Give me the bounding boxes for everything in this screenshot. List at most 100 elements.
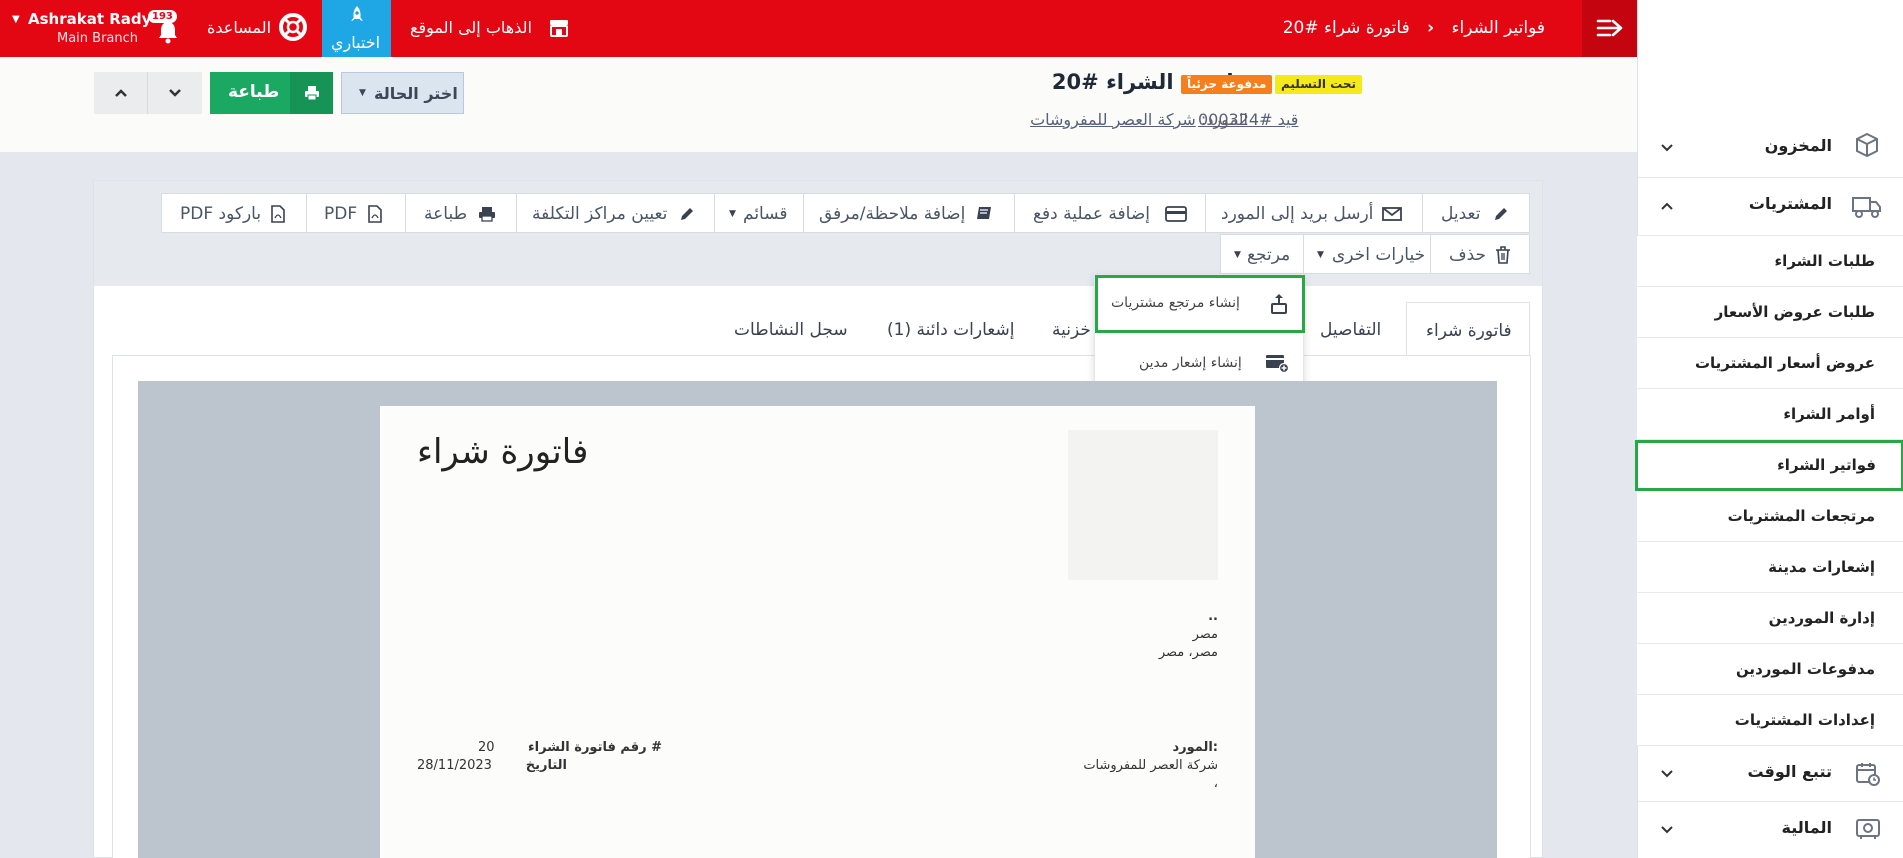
sidebar-item-inventory[interactable]: المخزون: [1638, 120, 1903, 178]
sidebar-sub-label: إدارة الموردين: [1768, 609, 1875, 627]
status-select[interactable]: اختر الحالة ▼: [341, 72, 464, 114]
pencil-icon: [681, 208, 693, 220]
sidebar-sub-label: مرتجعات المشتريات: [1727, 507, 1875, 525]
more-options-label: خيارات اخرى: [1332, 245, 1426, 265]
journal-link[interactable]: قيد #000324: [1198, 110, 1298, 129]
sidebar-item-purchase-returns[interactable]: مرتجعات المشتريات: [1637, 491, 1903, 542]
sidebar-sub-label: إعدادات المشتريات: [1734, 711, 1875, 729]
sidebar-item-purchase-settings[interactable]: إعدادات المشتريات: [1637, 695, 1903, 746]
return-dropdown[interactable]: مرتجع ▼: [1220, 234, 1304, 274]
pencil-icon: [1495, 208, 1507, 220]
company-logo-placeholder: [1068, 430, 1218, 580]
pdf-file-icon: [271, 205, 285, 223]
help-link[interactable]: المساعدة: [205, 0, 310, 57]
assign-cost-centers-button[interactable]: تعيين مراكز التكلفة: [516, 193, 715, 233]
pdf-label: PDF: [324, 204, 358, 224]
sidebar-sub-label: أوامر الشراء: [1783, 405, 1875, 423]
payment-status-badge: مدفوعة جزئياً: [1181, 75, 1273, 94]
calendar-clock-icon: [1856, 763, 1880, 786]
sidebar-item-debit-notes[interactable]: إشعارات مدينة: [1637, 542, 1903, 593]
sidebar-sub-label: طلبات عروض الأسعار: [1714, 303, 1875, 321]
sidebar-item-rfq[interactable]: طلبات عروض الأسعار: [1637, 287, 1903, 338]
credit-card-icon: [1165, 206, 1187, 222]
pdf-barcode-button[interactable]: PDF باركود: [161, 193, 307, 233]
sidebar-item-purchase-requests[interactable]: طلبات الشراء: [1637, 236, 1903, 287]
page-header: فاتورة الشراء #20 تحت التسليم مدفوعة جزئ…: [0, 57, 1637, 153]
pdf-button[interactable]: PDF: [306, 193, 406, 233]
chevron-up-icon: [115, 89, 127, 97]
delete-button[interactable]: حذف: [1430, 234, 1530, 274]
edit-button[interactable]: تعديل: [1422, 193, 1530, 233]
email-supplier-button[interactable]: أرسل بريد إلى المورد: [1205, 193, 1423, 233]
toolbar-print-button[interactable]: طباعة: [405, 193, 517, 233]
chevron-down-icon: [169, 89, 181, 97]
more-options-dropdown[interactable]: خيارات اخرى ▼: [1303, 234, 1431, 274]
notification-count-badge: 193: [148, 10, 177, 23]
tab-activity-log[interactable]: سجل النشاطات: [720, 302, 855, 356]
store-icon: [550, 20, 568, 37]
sidebar-item-suppliers[interactable]: إدارة الموردين: [1637, 593, 1903, 644]
address-dots: ..: [1208, 609, 1218, 624]
tab-credit-notes-label: إشعارات دائنة (1): [887, 320, 1015, 340]
safe-icon: [1856, 819, 1880, 839]
caret-down-icon: ▼: [1317, 250, 1324, 260]
prev-record-button[interactable]: [94, 72, 148, 114]
vouchers-label: قسائم: [743, 204, 788, 224]
sidebar-sub-label: طلبات الشراء: [1774, 252, 1875, 270]
next-record-button[interactable]: [148, 72, 202, 114]
delete-label: حذف: [1449, 245, 1487, 265]
user-menu[interactable]: ▼ Ashrakat Rady Main Branch: [8, 8, 151, 50]
invoice-supplier-name: شركة العصر للمفروشات: [1083, 758, 1218, 773]
trial-label: اختباري: [331, 33, 381, 52]
goto-site-link[interactable]: الذهاب إلى الموقع: [408, 0, 573, 57]
tab-details-label: التفاصيل: [1320, 320, 1382, 340]
sidebar-item-inventory-label: المخزون: [1764, 136, 1832, 155]
chevron-down-icon: [1661, 144, 1673, 152]
sidebar-item-finance-label: المالية: [1781, 818, 1832, 837]
box-icon: [1856, 132, 1878, 158]
supplier-link[interactable]: شركة العصر للمفروشات: [1030, 110, 1196, 129]
tab-credit-notes[interactable]: إشعارات دائنة (1): [870, 302, 1020, 356]
add-note-label: إضافة ملاحظة/مرفق: [819, 204, 966, 224]
create-debit-note-label: إنشاء إشعار مدين: [1139, 355, 1242, 371]
vouchers-dropdown[interactable]: قسائم ▼: [714, 193, 804, 233]
add-card-icon: [1266, 355, 1289, 373]
sidebar-item-time-tracking-label: تتبع الوقت: [1747, 762, 1832, 781]
email-supplier-label: أرسل بريد إلى المورد: [1221, 204, 1374, 224]
sidebar-item-finance[interactable]: المالية: [1638, 802, 1903, 858]
sidebar-item-time-tracking[interactable]: تتبع الوقت: [1638, 746, 1903, 802]
breadcrumb-current: فاتورة شراء #20: [1282, 18, 1410, 38]
breadcrumb: فواتير الشراء ‹ فاتورة شراء #20: [1283, 18, 1545, 38]
bell-icon: [159, 22, 177, 44]
invoice-date-label: التاريخ: [525, 758, 567, 773]
add-note-button[interactable]: إضافة ملاحظة/مرفق: [803, 193, 1015, 233]
sidebar-item-supplier-payments[interactable]: مدفوعات الموردين: [1637, 644, 1903, 695]
printer-icon: [305, 86, 319, 101]
edit-label: تعديل: [1441, 204, 1481, 224]
return-label: مرتجع: [1247, 245, 1291, 265]
invoice-supplier-extra: ،: [1213, 776, 1218, 791]
notifications-button[interactable]: 193: [148, 8, 184, 48]
sidebar-item-purchase-invoices[interactable]: فواتير الشراء: [1635, 440, 1903, 491]
trial-button[interactable]: اختباري: [322, 0, 391, 57]
create-purchase-return-item[interactable]: إنشاء مرتجع مشتريات: [1095, 275, 1305, 333]
address-line-2: مصر، مصر: [1158, 645, 1218, 660]
tab-treasury-label: خزنية: [1052, 320, 1091, 340]
sidebar-item-purchase-quotations[interactable]: عروض أسعار المشتريات: [1637, 338, 1903, 389]
breadcrumb-parent[interactable]: فواتير الشراء: [1452, 18, 1545, 38]
top-bar: فواتير الشراء ‹ فاتورة شراء #20 الذهاب إ…: [0, 0, 1637, 57]
help-label: المساعدة: [207, 18, 272, 37]
tab-purchase-invoice[interactable]: فاتورة شراء: [1406, 302, 1530, 356]
invoice-number-label: رقم فاتورة الشراء #: [527, 740, 662, 755]
print-button[interactable]: طباعة: [210, 72, 333, 114]
breadcrumb-separator-icon: ‹: [1427, 18, 1435, 38]
printer-icon: [479, 207, 495, 222]
tab-details[interactable]: التفاصيل: [1300, 302, 1400, 356]
menu-toggle-button[interactable]: [1582, 0, 1637, 57]
sidebar-item-purchases[interactable]: المشتريات: [1638, 178, 1903, 236]
sidebar-item-purchase-orders[interactable]: أوامر الشراء: [1637, 389, 1903, 440]
user-name: Ashrakat Rady: [28, 10, 152, 28]
tab-purchase-invoice-label: فاتورة شراء: [1426, 321, 1512, 341]
add-payment-button[interactable]: إضافة عملية دفع: [1014, 193, 1206, 233]
trash-icon: [1496, 246, 1510, 264]
